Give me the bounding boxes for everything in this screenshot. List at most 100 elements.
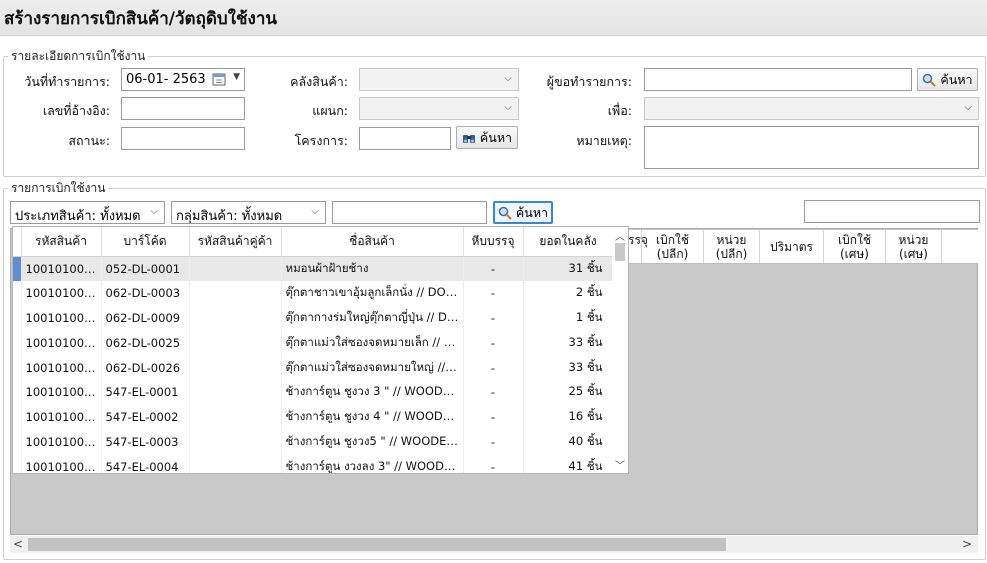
col-header-partner-code[interactable]: รหัสสินค้าคู่ค้า (189, 227, 282, 257)
chevron-down-icon: ⌵ (150, 206, 158, 217)
grid-header-retail-qty[interactable]: เบิกใช้ (ปลีก) (642, 230, 704, 263)
cell-code: 10010100017 (21, 330, 102, 356)
cell-code: 10010100028 (21, 404, 102, 430)
item-search-button[interactable]: ค้นหา (493, 201, 553, 224)
col-header-code[interactable]: รหัสสินค้า (21, 227, 102, 257)
ref-input[interactable] (121, 97, 245, 120)
right-search-input[interactable] (804, 200, 980, 223)
status-input[interactable] (121, 127, 245, 150)
cell-name: ตุ๊กตาแม่วใส่ซองจดหมายเล็ก // EN... (281, 330, 464, 356)
col-header-stock[interactable]: ยอดในคลัง (523, 227, 614, 257)
magnifier-icon (498, 206, 512, 220)
cell-stock: 16 ชิ้น (523, 404, 614, 430)
cell-code: 10010100014 (21, 305, 102, 331)
purpose-select[interactable]: ⌵ (644, 97, 979, 120)
date-label: วันที่ทำรายการ: (24, 74, 110, 89)
row-indicator (13, 454, 22, 473)
warehouse-select[interactable]: ⌵ (359, 68, 519, 91)
cell-partner-code (189, 404, 282, 430)
product-type-filter[interactable]: ประเภทสินค้า: ทั้งหมด ⌵ (10, 201, 165, 224)
table-row[interactable]: 10010100017 062-DL-0025 ตุ๊กตาแม่วใส่ซอง… (13, 330, 614, 356)
project-input[interactable] (359, 127, 451, 150)
product-group-filter[interactable]: กลุ่มสินค้า: ทั้งหมด ⌵ (171, 201, 326, 224)
scroll-right-icon[interactable]: > (962, 536, 972, 553)
grid-header-fraction-qty[interactable]: เบิกใช้ (เศษ) (824, 230, 886, 263)
title-bar: สร้างรายการเบิกสินค้า/วัตถุดิบใช้งาน (0, 0, 987, 36)
table-row[interactable]: 10010100014 062-DL-0009 ตุ๊กตากางร่มใหญ่… (13, 305, 614, 331)
cell-name: ตุ๊กตาชาวเขาอุ้มลูกเล็กนั่ง // DOLL ... (281, 280, 464, 306)
col-header-pack[interactable]: หีบบรรจุ (463, 227, 524, 257)
scroll-thumb[interactable] (28, 538, 726, 551)
cell-partner-code (189, 305, 282, 331)
cell-code: 10010100009 (21, 256, 102, 281)
cell-barcode: 547-EL-0003 (101, 429, 190, 455)
project-label: โครงการ: (294, 133, 348, 148)
table-row[interactable]: 10010100018 062-DL-0026 ตุ๊กตาแม่วใส่ซอง… (13, 355, 614, 380)
row-indicator (13, 379, 22, 405)
cell-code: 10010100029 (21, 429, 102, 455)
scroll-left-icon[interactable]: < (13, 536, 23, 553)
cell-barcode: 547-EL-0004 (101, 454, 190, 473)
cell-partner-code (189, 429, 282, 455)
scroll-down-icon[interactable]: ﹀ (615, 457, 625, 472)
grid-header-retail-unit[interactable]: หน่วย (ปลีก) (704, 230, 760, 263)
chevron-down-icon[interactable]: ▼ (233, 72, 240, 82)
product-lookup-popup[interactable]: รหัสสินค้า บาร์โค้ด รหัสสินค้าคู่ค้า ชื่… (12, 226, 629, 474)
cell-partner-code (189, 454, 282, 473)
cell-barcode: 547-EL-0002 (101, 404, 190, 430)
item-search-label: ค้นหา (515, 204, 549, 220)
requester-label: ผู้ขอทำรายการ: (546, 74, 632, 89)
popup-vertical-scrollbar[interactable]: ︿ ﹀ (612, 227, 628, 473)
magnifier-icon (923, 73, 937, 87)
row-indicator (13, 330, 22, 356)
table-row[interactable]: 10010100030 547-EL-0004 ช้างการ์ตูน งวงล… (13, 454, 614, 473)
chevron-down-icon: ⌵ (504, 73, 512, 84)
cell-barcode: 062-DL-0009 (101, 305, 190, 331)
date-picker[interactable]: 06-01- 2563 ▼ (121, 68, 245, 91)
cell-code: 10010100030 (21, 454, 102, 473)
popup-scroll-thumb[interactable] (615, 243, 625, 261)
row-indicator (13, 305, 22, 331)
requester-input[interactable] (644, 68, 912, 91)
scroll-up-icon[interactable]: ︿ (615, 228, 625, 243)
dept-select[interactable]: ⌵ (359, 97, 519, 120)
cell-name: ตุ๊กตากางร่มใหญ่ตุ๊กตาญี่ปุ่น // DOL... (281, 305, 464, 331)
cell-pack: - (463, 256, 524, 281)
grid-header-fraction-unit[interactable]: หน่วย (เศษ) (886, 230, 942, 263)
cell-partner-code (189, 330, 282, 356)
cell-partner-code (189, 355, 282, 380)
col-header-name[interactable]: ชื่อสินค้า (281, 227, 464, 257)
project-search-label: ค้นหา (479, 129, 513, 145)
note-textarea[interactable] (644, 126, 979, 169)
cell-stock: 40 ชิ้น (523, 429, 614, 455)
table-row[interactable]: 10010100029 547-EL-0003 ช้างการ์ตูน ชูงว… (13, 429, 614, 455)
requester-search-button[interactable]: ค้นหา (917, 68, 978, 91)
chevron-down-icon: ⌵ (964, 102, 972, 113)
cell-pack: - (463, 305, 524, 331)
cell-pack: - (463, 404, 524, 430)
grid-header-volume[interactable]: ปริมาตร (760, 230, 824, 263)
item-search-input[interactable] (332, 201, 487, 224)
warehouse-label: คลังสินค้า: (290, 74, 348, 89)
project-search-button[interactable]: ค้นหา (456, 126, 518, 149)
table-row[interactable]: 10010100027 547-EL-0001 ช้างการ์ตูน ชูงว… (13, 379, 614, 405)
grid-header-pack[interactable]: รรจุ (628, 230, 648, 263)
grid-header-more[interactable]: เ( (942, 230, 978, 263)
row-indicator (13, 256, 22, 281)
note-label: หมายเหตุ: (576, 133, 632, 148)
table-row[interactable]: 10010100009 052-DL-0001 หมอนผ้าฝ้ายช้าง … (13, 256, 614, 281)
details-legend: รายละเอียดการเบิกใช้งาน (11, 49, 146, 63)
cell-name: ตุ๊กตาแม่วใส่ซองจดหมายใหญ่ // E... (281, 355, 464, 380)
cell-stock: 2 ชิ้น (523, 280, 614, 306)
cell-code: 10010100018 (21, 355, 102, 380)
product-type-value: ประเภทสินค้า: ทั้งหมด (15, 209, 141, 224)
cell-pack: - (463, 355, 524, 380)
page-title: สร้างรายการเบิกสินค้า/วัตถุดิบใช้งาน (4, 9, 277, 29)
col-header-barcode[interactable]: บาร์โค้ด (101, 227, 190, 257)
cell-name: ช้างการ์ตูน ชูงวง 4 " // WOODEN E... (281, 404, 464, 430)
cell-stock: 41 ชิ้น (523, 454, 614, 473)
calendar-icon[interactable] (212, 72, 226, 86)
horizontal-scrollbar[interactable]: < > (10, 536, 978, 553)
table-row[interactable]: 10010100028 547-EL-0002 ช้างการ์ตูน ชูงว… (13, 404, 614, 430)
table-row[interactable]: 10010100010 062-DL-0003 ตุ๊กตาชาวเขาอุ้ม… (13, 280, 614, 306)
